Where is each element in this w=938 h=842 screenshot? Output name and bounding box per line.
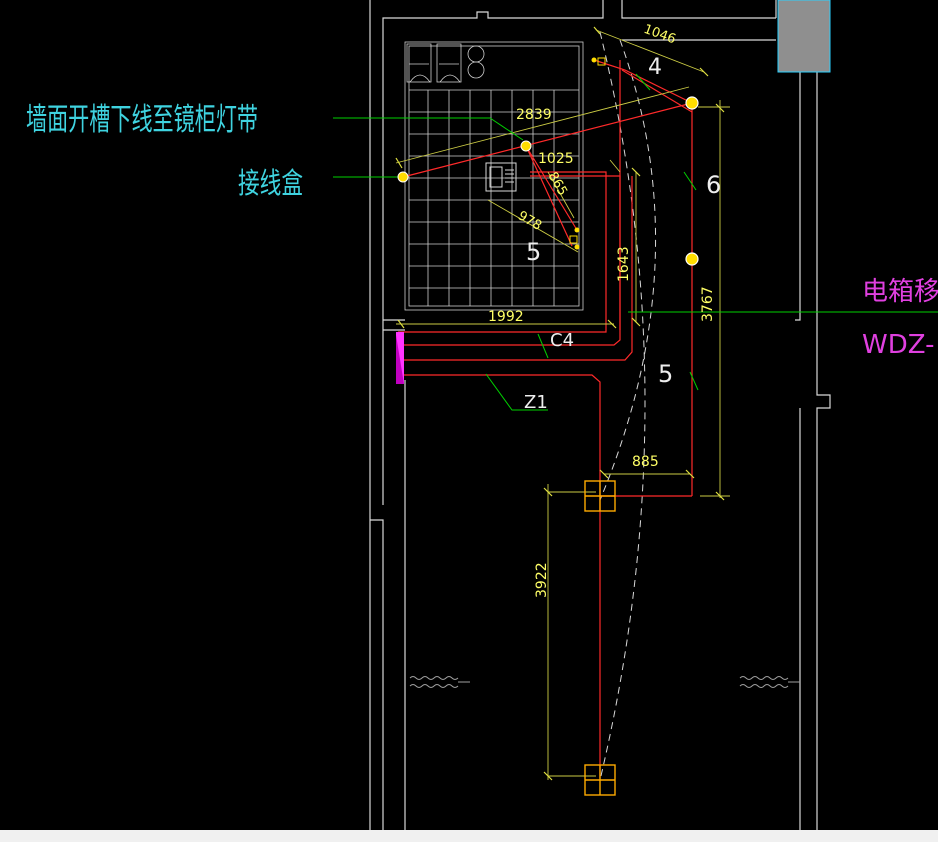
junction-box-symbol: [397, 171, 409, 183]
light-fixture: [520, 140, 532, 152]
light-fixture: [685, 252, 699, 266]
switch-symbol: [574, 244, 580, 250]
wall-slot-annotation: 墙面开槽下线至镜柜灯带: [26, 102, 258, 138]
dimension-label: 1643: [616, 246, 632, 282]
dimension-label: 1025: [538, 151, 574, 167]
cad-drawing-canvas[interactable]: 墙面开槽下线至镜柜灯带 接线盒 电箱移位 WDZ- 1046 2839 1025…: [0, 0, 938, 830]
dimension-label: 885: [632, 454, 659, 470]
switch-symbol: [591, 57, 597, 63]
dimension-label: 3922: [534, 562, 550, 598]
dimension-label: 1992: [488, 309, 524, 325]
junction-box-label: 接线盒: [238, 166, 303, 200]
circuit-label: C4: [550, 330, 574, 351]
circuit-number: 4: [648, 55, 662, 80]
dimension-label: 2839: [516, 107, 552, 123]
panel-relocate-label: 电箱移位: [862, 277, 938, 307]
status-strip: [0, 830, 938, 842]
column-block: [777, 0, 831, 73]
circuit-label: Z1: [524, 392, 548, 413]
circuit-number: 6: [706, 171, 721, 199]
circuit-number: 5: [526, 238, 541, 266]
circuit-number: 5: [658, 360, 673, 388]
light-fixture: [685, 96, 699, 110]
switch-symbol: [574, 227, 580, 233]
dimension-label: 3767: [700, 286, 716, 322]
panel-code-label: WDZ-: [862, 330, 934, 360]
